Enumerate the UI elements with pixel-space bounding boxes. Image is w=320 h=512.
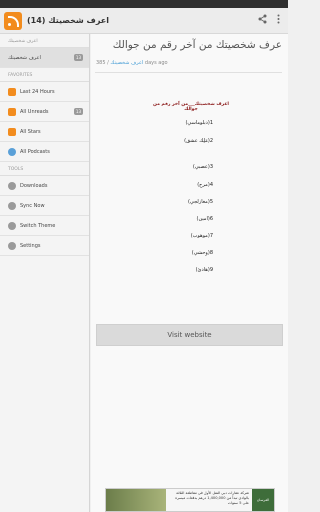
- drawer-item-label: Sync Now: [20, 202, 45, 209]
- article-meta: 385 / اعرف شخصيتك days ago: [96, 60, 168, 66]
- overflow-icon[interactable]: [277, 14, 280, 27]
- action-bar: اعرف شخصيتك (14): [0, 8, 288, 34]
- drawer-item-label: Switch Theme: [20, 222, 56, 229]
- article-list-item: 7(موهوب): [190, 233, 213, 239]
- drawer-item-label: All Podcasts: [20, 148, 50, 155]
- article-headline: اعرف شخصيتك___من آخر رقم من جوالك: [153, 102, 229, 112]
- advertisement-banner[interactable]: شركة عقارات دبي النفل الأول في مقاطعة ال…: [105, 488, 275, 512]
- article-list-item: 9(هادئ): [195, 267, 213, 273]
- divider: [95, 72, 282, 73]
- navigation-drawer: اعرف شخصيتك اعرف شخصيتك 13 FAVORITES Las…: [0, 34, 90, 512]
- drawer-item-switch-theme[interactable]: Switch Theme: [0, 216, 89, 236]
- tools-section-header: TOOLS: [0, 162, 89, 176]
- article-list-item: 8(وحشي): [191, 250, 213, 256]
- article-feed-link[interactable]: اعرف شخصيتك: [110, 60, 143, 66]
- drawer-item-all-stars[interactable]: All Stars: [0, 122, 89, 142]
- drawer-item-label: Last 24 Hours: [20, 88, 55, 95]
- drawer-feed-label: اعرف شخصيتك: [8, 54, 41, 61]
- unread-count-badge: 13: [73, 108, 83, 115]
- article-list-item: 5(مغازلجي): [187, 199, 213, 205]
- drawer-item-all-podcasts[interactable]: All Podcasts: [0, 142, 89, 162]
- drawer-item-label: All Stars: [20, 128, 41, 135]
- article-list-item: 6(امين): [196, 216, 213, 222]
- sync-icon: [8, 201, 16, 210]
- drawer-item-label: Settings: [20, 242, 41, 249]
- drawer-item-settings[interactable]: Settings: [0, 236, 89, 256]
- favorites-section-header: FAVORITES: [0, 68, 89, 82]
- drawer-item-label: All Unreads: [20, 108, 49, 115]
- star-icon: [8, 127, 16, 136]
- drawer-feed-count: 13: [73, 54, 83, 61]
- ad-logo: الفرسان: [252, 489, 274, 511]
- article-list-item: 3(عصبي): [192, 164, 213, 170]
- action-bar-title: اعرف شخصيتك (14): [27, 16, 109, 25]
- share-icon[interactable]: [258, 14, 267, 27]
- ad-text: شركة عقارات دبي النفل الأول في مقاطعة ال…: [175, 491, 249, 505]
- rss-icon: [8, 107, 16, 116]
- article-list-item: 2(مَلِك عشق): [184, 138, 213, 144]
- drawer-item-last-24-hours[interactable]: Last 24 Hours: [0, 82, 89, 102]
- article-title: عرف شخصيتك من آخر رقم من جوالك: [112, 39, 282, 51]
- drawer-item-label: Downloads: [20, 182, 48, 189]
- article-list-item: 4(مرح): [197, 182, 213, 188]
- drawer-item-all-unreads[interactable]: All Unreads 13: [0, 102, 89, 122]
- status-bar: [0, 0, 288, 8]
- settings-icon: [8, 241, 16, 250]
- podcast-icon: [8, 147, 16, 156]
- article-list-item: 1(دبلوماسي): [185, 120, 213, 126]
- drawer-item-sync-now[interactable]: Sync Now: [0, 196, 89, 216]
- article-meta-prefix: 385 /: [96, 60, 111, 66]
- drawer-item-downloads[interactable]: Downloads: [0, 176, 89, 196]
- ad-image: [106, 489, 166, 511]
- article-age: days ago: [143, 60, 168, 66]
- download-icon: [8, 181, 16, 190]
- theme-icon: [8, 221, 16, 230]
- rss-logo-icon[interactable]: [4, 11, 22, 30]
- drawer-feed-item[interactable]: اعرف شخصيتك 13: [0, 48, 89, 68]
- article-view: عرف شخصيتك من آخر رقم من جوالك 385 / اعر…: [91, 34, 288, 512]
- drawer-feed-section: اعرف شخصيتك: [0, 34, 89, 48]
- clock-icon: [8, 87, 16, 96]
- visit-website-button[interactable]: Visit website: [96, 324, 283, 346]
